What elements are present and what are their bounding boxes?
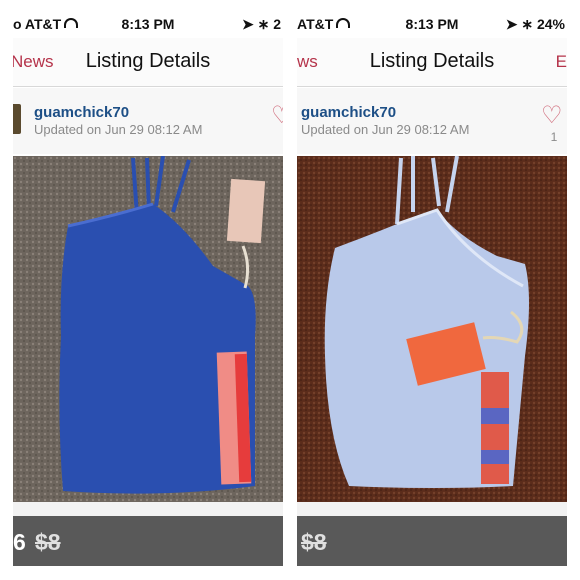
navigation-bar: News Listing Details	[13, 38, 283, 87]
listing-photo[interactable]	[297, 156, 567, 502]
updated-timestamp: Updated on Jun 29 08:12 AM	[301, 122, 470, 137]
original-price: $8	[35, 529, 61, 555]
navigation-bar: ws Listing Details E	[297, 38, 567, 87]
listing-screen-left: o AT&T 8:13 PM ➤ ∗ 2 News Listing Detail…	[13, 0, 283, 580]
listing-photo[interactable]	[13, 156, 283, 502]
like-count: 1	[550, 130, 558, 144]
status-bar: o AT&T 8:13 PM ➤ ∗ 2	[13, 12, 283, 36]
nav-right-button[interactable]: E	[556, 52, 567, 72]
page-title: Listing Details	[85, 50, 211, 72]
price-bar: $8	[297, 516, 567, 566]
status-bar: AT&T 8:13 PM ➤ ∗ 24%	[297, 12, 567, 36]
seller-row: guamchick70 Updated on Jun 29 08:12 AM ♡	[13, 88, 283, 154]
original-price: $8	[301, 529, 327, 555]
heart-icon[interactable]: ♡	[271, 101, 283, 130]
listing-title-band	[297, 502, 567, 516]
listing-screen-right: AT&T 8:13 PM ➤ ∗ 24% ws Listing Details …	[297, 0, 567, 580]
avatar[interactable]	[13, 104, 21, 134]
seller-username[interactable]: guamchick70	[301, 104, 396, 121]
heart-icon[interactable]: ♡	[541, 101, 563, 130]
current-price: 6	[13, 529, 26, 555]
status-right: ➤ ∗ 24%	[505, 16, 565, 32]
seller-row: guamchick70 Updated on Jun 29 08:12 AM ♡…	[297, 88, 567, 154]
listing-title-band	[13, 502, 283, 516]
page-title: Listing Details	[369, 50, 495, 72]
status-right: ➤ ∗ 2	[241, 16, 281, 32]
price-bar: 6 $8	[13, 516, 283, 566]
updated-timestamp: Updated on Jun 29 08:12 AM	[34, 122, 203, 137]
seller-username[interactable]: guamchick70	[34, 104, 129, 121]
